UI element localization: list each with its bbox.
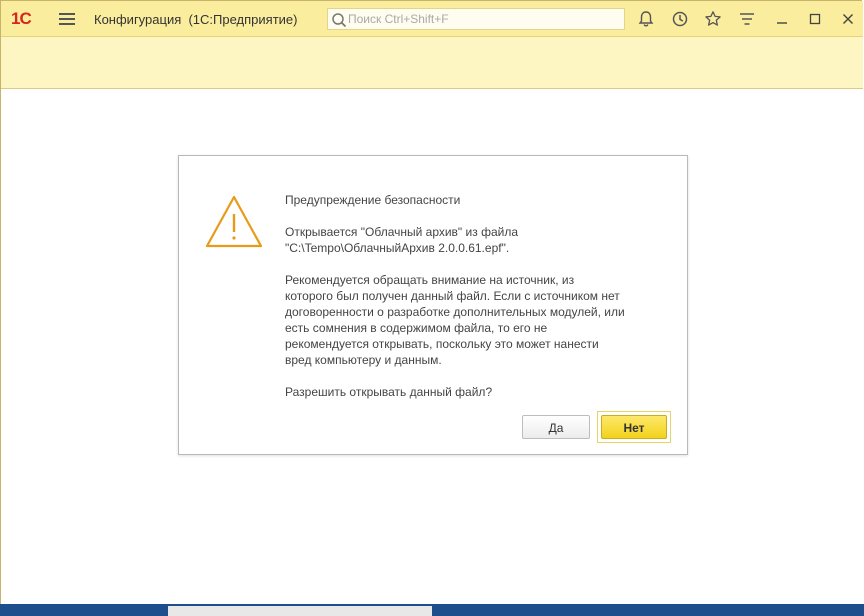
recommendation-line: есть сомнения в содержимом файла, то его…	[285, 321, 548, 335]
taskbar	[0, 604, 864, 616]
recommendation-line: которого был получен данный файл. Если с…	[285, 289, 620, 303]
star-icon[interactable]	[704, 10, 722, 28]
app-logo: 1С	[11, 9, 32, 28]
history-icon[interactable]	[671, 10, 689, 28]
dialog-message: Предупреждение безопасности Открывается …	[285, 192, 665, 416]
warning-icon	[205, 195, 263, 248]
dialog-heading: Предупреждение безопасности	[285, 193, 461, 207]
menu-lines-icon[interactable]	[738, 10, 756, 28]
main-menu-icon[interactable]	[59, 13, 75, 25]
recommendation-line: Рекомендуется обращать внимание на источ…	[285, 273, 575, 287]
recommendation-text: Рекомендуется обращать внимание на источ…	[285, 272, 665, 368]
search-input[interactable]	[348, 11, 618, 27]
security-warning-dialog: Предупреждение безопасности Открывается …	[178, 155, 688, 455]
search-icon	[332, 13, 347, 28]
opening-line-2: "C:\Tempo\ОблачныйАрхив 2.0.0.61.epf".	[285, 241, 510, 255]
maximize-icon[interactable]	[806, 10, 824, 28]
bell-icon[interactable]	[637, 10, 655, 28]
opening-line-1: Открывается "Облачный архив" из файла	[285, 225, 518, 239]
recommendation-line: договоренности о разработке дополнительн…	[285, 305, 625, 319]
title-bar: 1С Конфигурация (1С:Предприятие)	[1, 1, 863, 37]
confirmation-question: Разрешить открывать данный файл?	[285, 385, 493, 399]
search-box[interactable]	[327, 8, 625, 30]
no-button-focus-frame: Нет	[597, 411, 671, 443]
yes-button[interactable]: Да	[522, 415, 590, 439]
minimize-icon[interactable]	[773, 10, 791, 28]
close-icon[interactable]	[839, 10, 857, 28]
recommendation-line: вред компьютеру и данным.	[285, 353, 442, 367]
recommendation-line: рекомендуется открывать, поскольку это м…	[285, 337, 599, 351]
taskbar-item[interactable]	[168, 606, 432, 616]
opening-file-text: Открывается "Облачный архив" из файла "C…	[285, 224, 665, 256]
window-title: Конфигурация (1С:Предприятие)	[94, 12, 298, 27]
section-panel	[1, 37, 863, 89]
no-button[interactable]: Нет	[601, 415, 667, 439]
